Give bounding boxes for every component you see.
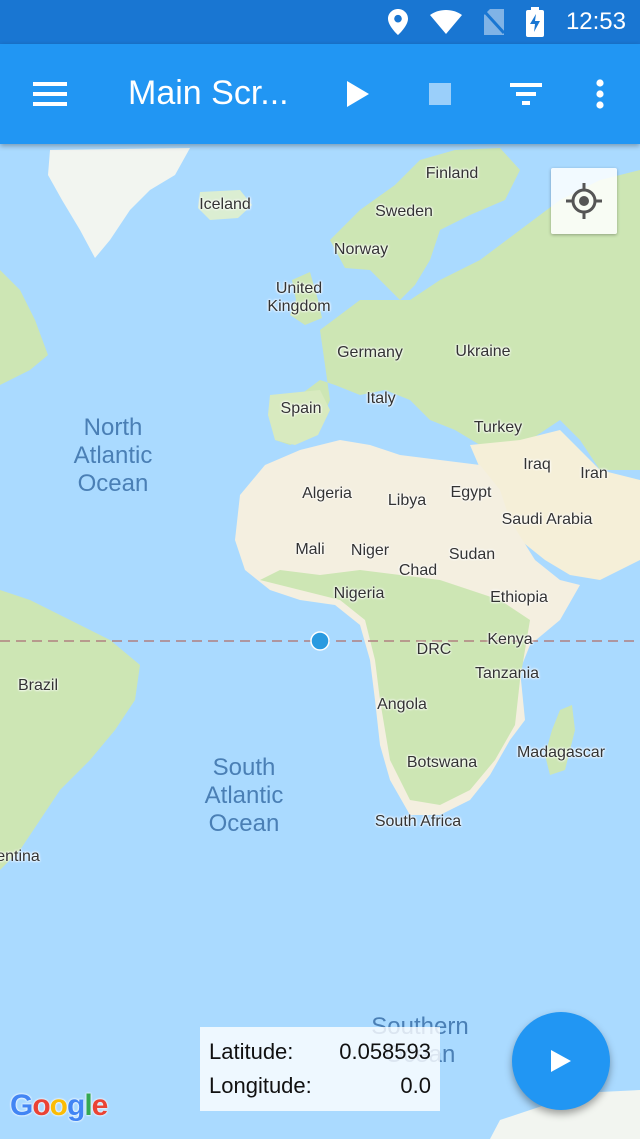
google-logo-letter: l (84, 1089, 92, 1122)
coordinates-panel: Latitude: 0.058593 Longitude: 0.0 (200, 1027, 440, 1111)
ocean-label-line: South (212, 754, 276, 781)
label-finland: Finland (425, 165, 479, 182)
google-logo-letter: e (91, 1089, 109, 1122)
ocean-label-line: North (83, 414, 143, 441)
label-turkey: Turkey (473, 419, 523, 436)
ocean-label-line: Atlantic (204, 782, 284, 809)
ocean-label-line: Ocean (77, 470, 149, 497)
filter-icon (510, 83, 542, 105)
wifi-icon (429, 10, 462, 34)
label-niger: Niger (350, 542, 390, 559)
label-madagascar: Madagascar (516, 744, 606, 761)
label-germany: Germany (337, 344, 403, 361)
label-united-kingdom-line2: Kingdom (267, 298, 331, 315)
label-algeria: Algeria (302, 485, 352, 502)
menu-button[interactable] (22, 44, 78, 144)
label-saudi-arabia: Saudi Arabia (501, 511, 593, 528)
ocean-label-line: Ocean (208, 810, 280, 837)
google-logo-letter: o (49, 1089, 68, 1122)
label-sudan: Sudan (448, 546, 496, 563)
status-bar: 12:53 (0, 0, 640, 44)
label-south-africa: South Africa (374, 813, 462, 830)
location-icon (387, 9, 408, 35)
label-united-kingdom-line1: United (275, 280, 323, 297)
label-egypt: Egypt (450, 484, 492, 501)
play-button[interactable] (330, 44, 386, 144)
google-logo-letter: o (32, 1089, 50, 1122)
menu-icon (33, 82, 67, 106)
latitude-row: Latitude: 0.058593 (209, 1039, 431, 1073)
label-drc: DRC (416, 641, 452, 658)
label-spain: Spain (280, 400, 322, 417)
battery-charging-icon (525, 7, 544, 37)
map-view[interactable]: Finland Iceland Sweden Norway United Kin… (0, 144, 640, 1139)
label-ukraine: Ukraine (455, 343, 511, 360)
label-iceland: Iceland (199, 196, 251, 213)
google-logo-letter: g (67, 1089, 85, 1122)
more-vert-icon (596, 79, 604, 109)
no-sim-icon (483, 9, 504, 35)
label-norway: Norway (333, 241, 389, 258)
label-angola: Angola (377, 696, 427, 713)
label-iraq: Iraq (523, 456, 551, 473)
start-fab[interactable] (512, 1012, 610, 1110)
label-chad: Chad (398, 562, 438, 579)
stop-button[interactable] (412, 44, 468, 144)
label-tanzania: Tanzania (474, 665, 540, 682)
label-iran: Iran (580, 465, 608, 482)
longitude-row: Longitude: 0.0 (209, 1073, 431, 1107)
filter-button[interactable] (498, 44, 554, 144)
label-botswana: Botswana (406, 754, 478, 771)
app-bar: Main Scr... (0, 44, 640, 144)
label-libya: Libya (387, 492, 427, 509)
label-south-atlantic-ocean: South Atlantic Ocean (205, 754, 284, 838)
label-argentina: entina (0, 848, 40, 865)
latitude-value: 0.058593 (339, 1039, 431, 1064)
my-location-button[interactable] (551, 168, 617, 234)
overflow-menu-button[interactable] (578, 44, 622, 144)
greenland-landmass (48, 148, 190, 258)
label-ethiopia: Ethiopia (490, 589, 548, 606)
label-north-atlantic-ocean: North Atlantic Ocean (74, 414, 153, 498)
my-location-icon (566, 183, 602, 219)
label-mali: Mali (295, 541, 325, 558)
ocean-label-line: Atlantic (73, 442, 153, 469)
label-brazil: Brazil (17, 677, 59, 694)
play-icon (347, 81, 369, 107)
label-nigeria: Nigeria (333, 585, 385, 602)
longitude-label: Longitude: (209, 1073, 312, 1098)
stop-icon (429, 83, 451, 105)
google-logo: Google (10, 1089, 109, 1123)
page-title: Main Scr... (128, 74, 289, 112)
longitude-value: 0.0 (400, 1073, 431, 1098)
location-marker (310, 631, 330, 651)
label-kenya: Kenya (487, 631, 533, 648)
madagascar-landmass (545, 705, 575, 775)
play-icon (551, 1050, 571, 1072)
google-logo-letter: G (10, 1089, 33, 1122)
south-america-landmass (0, 590, 140, 870)
canada-landmass (0, 270, 48, 385)
label-sweden: Sweden (375, 203, 433, 220)
status-time: 12:53 (565, 8, 626, 35)
label-italy: Italy (366, 390, 396, 407)
latitude-label: Latitude: (209, 1039, 294, 1064)
